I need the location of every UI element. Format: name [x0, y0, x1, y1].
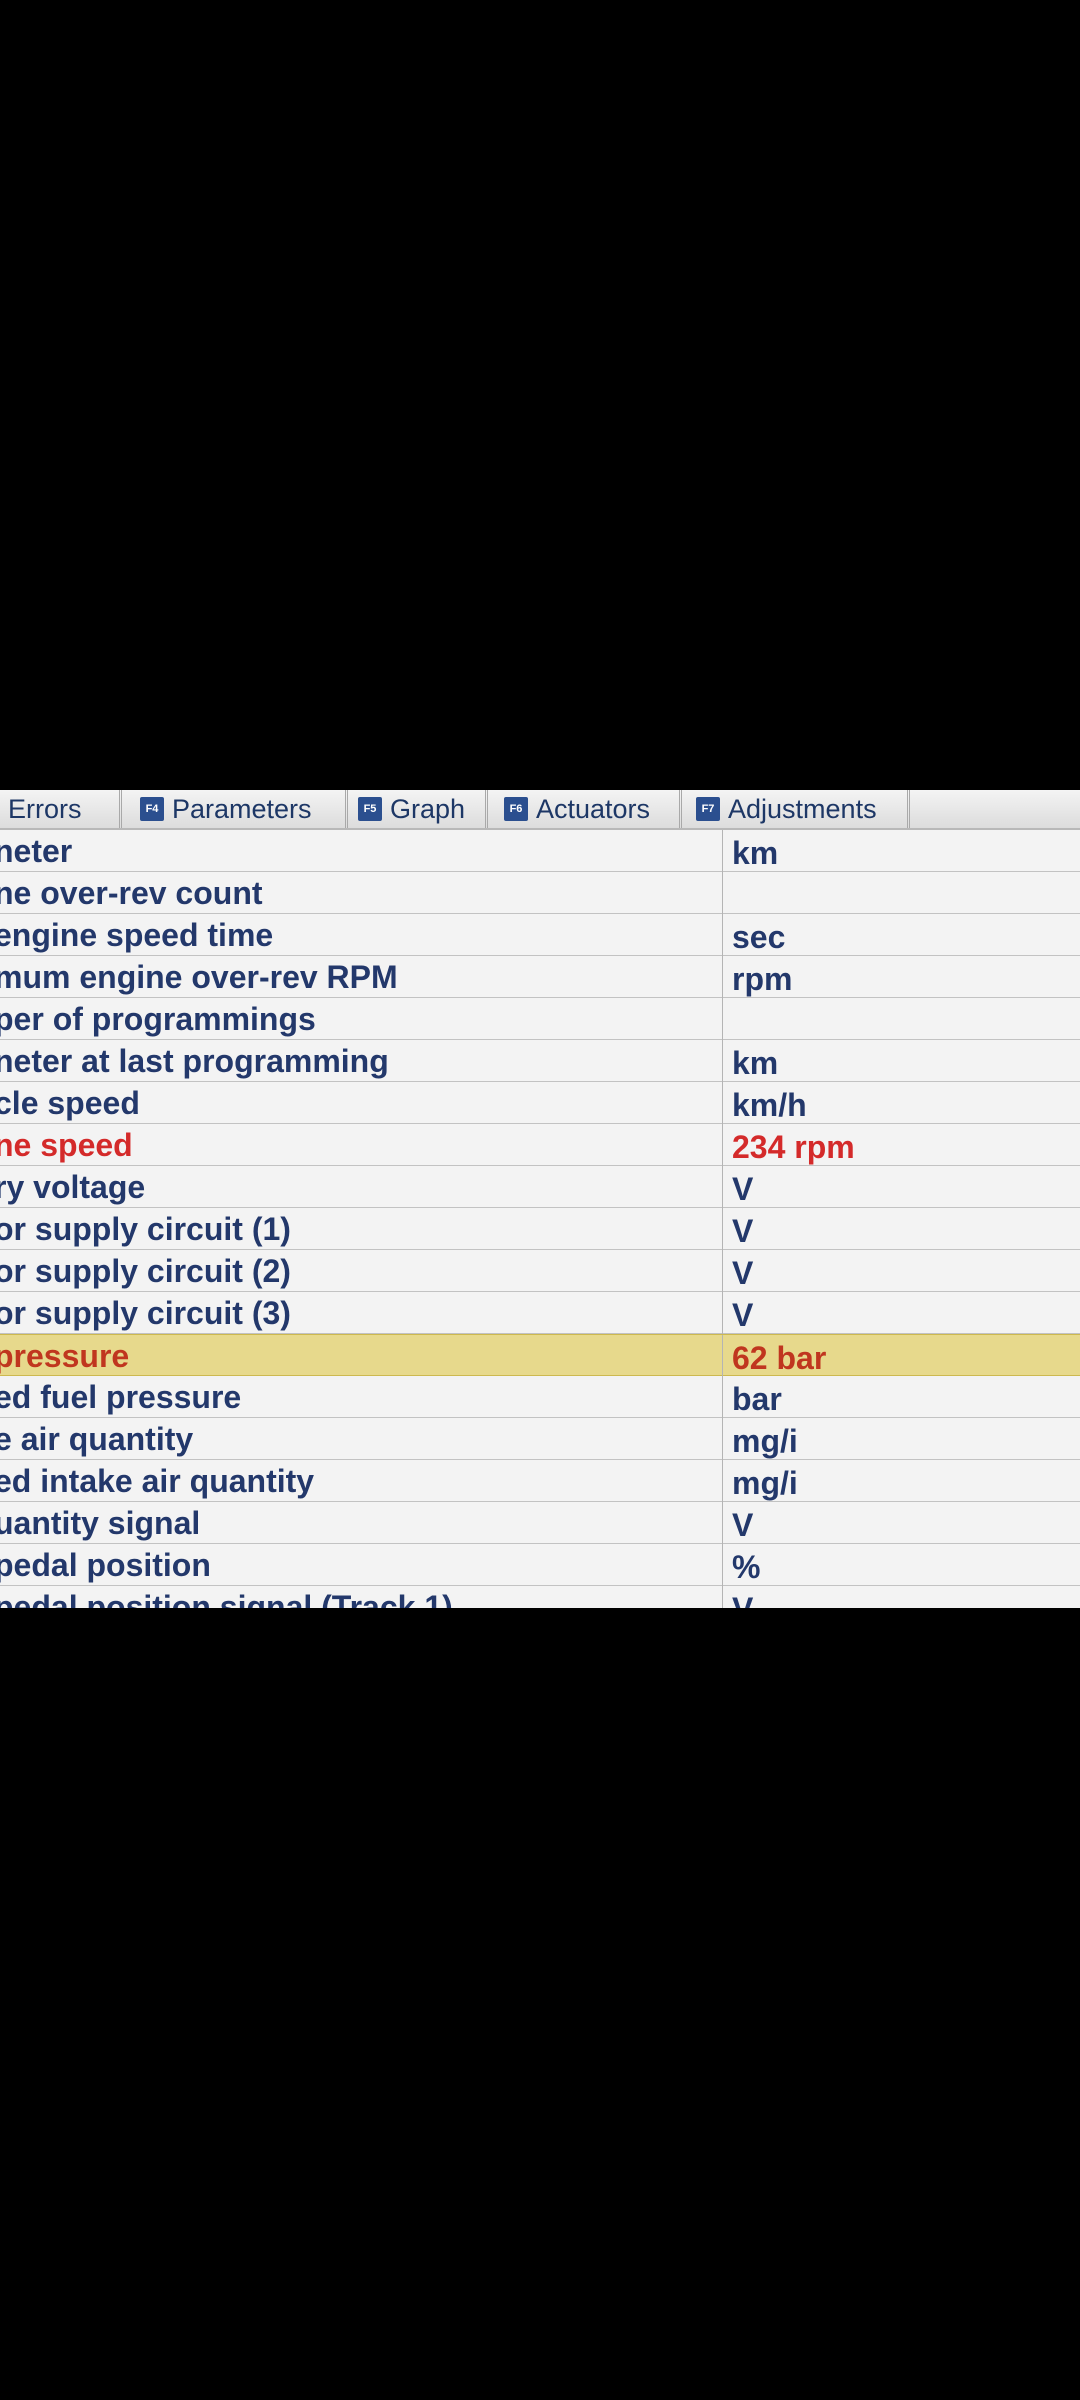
parameter-name: pressure	[0, 1335, 723, 1377]
table-row[interactable]: e air quantity mg/i	[0, 1418, 1080, 1460]
parameter-name: or supply circuit (1)	[0, 1208, 723, 1250]
table-row[interactable]: ry voltage V	[0, 1166, 1080, 1208]
table-row[interactable]: per of programmings	[0, 998, 1080, 1040]
parameter-name: ry voltage	[0, 1166, 723, 1208]
table-row[interactable]: or supply circuit (2) V	[0, 1250, 1080, 1292]
table-row[interactable]: pressure 62 bar	[0, 1334, 1080, 1377]
tab-bar: Errors F4 Parameters F5 Graph F6 Actuato…	[0, 790, 1080, 830]
tab-graph[interactable]: F5 Graph	[350, 790, 488, 828]
table-row[interactable]: ne over-rev count	[0, 872, 1080, 914]
parameter-value	[732, 872, 1072, 914]
function-key-badge: F4	[140, 797, 164, 821]
diagnostic-screen: Errors F4 Parameters F5 Graph F6 Actuato…	[0, 790, 1080, 1608]
parameter-name: or supply circuit (3)	[0, 1292, 723, 1334]
function-key-badge: F5	[358, 797, 382, 821]
parameter-value	[732, 998, 1072, 1040]
tab-adjustments[interactable]: F7 Adjustments	[688, 790, 910, 828]
tab-label: Actuators	[536, 793, 651, 824]
parameter-name: per of programmings	[0, 998, 723, 1040]
table-row[interactable]: pedal position%	[0, 1544, 1080, 1586]
parameter-value: V	[732, 1507, 754, 1543]
tab-label: Graph	[390, 793, 466, 824]
table-row[interactable]: mum engine over-rev RPM rpm	[0, 956, 1080, 998]
table-row[interactable]: uantity signal V	[0, 1502, 1080, 1544]
table-row[interactable]: or supply circuit (3) V	[0, 1292, 1080, 1334]
table-row[interactable]: neter km	[0, 830, 1080, 872]
parameter-value: V	[732, 1213, 754, 1249]
parameter-value: rpm	[732, 961, 793, 997]
parameter-value: mg/i	[732, 1465, 798, 1501]
parameter-value: sec	[732, 919, 786, 955]
parameter-value: V	[732, 1171, 754, 1207]
tab-label: Errors	[8, 793, 82, 824]
parameter-value: km	[732, 1045, 779, 1081]
parameter-value: km/h	[732, 1087, 807, 1123]
tab-errors[interactable]: Errors	[0, 790, 122, 828]
parameter-name: mum engine over-rev RPM	[0, 956, 723, 998]
table-row[interactable]: ne speed 234 rpm	[0, 1124, 1080, 1166]
table-row[interactable]: pedal position signal (Track 1) V	[0, 1586, 1080, 1608]
parameter-value: bar	[732, 1381, 782, 1417]
table-row[interactable]: cle speed km/h	[0, 1082, 1080, 1124]
parameter-name: pedal position	[0, 1544, 723, 1586]
parameter-value: V	[732, 1255, 754, 1291]
tab-label: Adjustments	[728, 793, 877, 824]
function-key-badge: F7	[696, 797, 720, 821]
parameter-value: mg/i	[732, 1423, 798, 1459]
parameter-value: V	[732, 1297, 754, 1333]
table-row[interactable]: ed intake air quantity mg/i	[0, 1460, 1080, 1502]
parameter-name: ed intake air quantity	[0, 1460, 723, 1502]
parameter-value: %	[732, 1549, 761, 1585]
parameter-name: ne over-rev count	[0, 872, 723, 914]
table-row[interactable]: neter at last programming km	[0, 1040, 1080, 1082]
tab-parameters[interactable]: F4 Parameters	[132, 790, 348, 828]
tab-actuators[interactable]: F6 Actuators	[494, 790, 682, 828]
parameter-name: ne speed	[0, 1124, 723, 1166]
table-row[interactable]: or supply circuit (1) V	[0, 1208, 1080, 1250]
parameter-name: or supply circuit (2)	[0, 1250, 723, 1292]
parameter-name: e air quantity	[0, 1418, 723, 1460]
parameter-name: neter	[0, 830, 723, 872]
parameter-value: km	[732, 835, 779, 871]
parameter-name: pedal position signal (Track 1)	[0, 1586, 723, 1608]
parameter-name: ed fuel pressure	[0, 1376, 723, 1418]
table-row[interactable]: engine speed time sec	[0, 914, 1080, 956]
function-key-badge: F6	[504, 797, 528, 821]
parameter-value: 234 rpm	[732, 1129, 855, 1165]
parameter-value: 62 bar	[732, 1340, 827, 1376]
parameter-name: cle speed	[0, 1082, 723, 1124]
parameter-value: V	[732, 1586, 1072, 1608]
parameter-name: uantity signal	[0, 1502, 723, 1544]
parameter-name: engine speed time	[0, 914, 723, 956]
table-row[interactable]: ed fuel pressure bar	[0, 1376, 1080, 1418]
tab-label: Parameters	[172, 793, 312, 824]
parameter-name: neter at last programming	[0, 1040, 723, 1082]
